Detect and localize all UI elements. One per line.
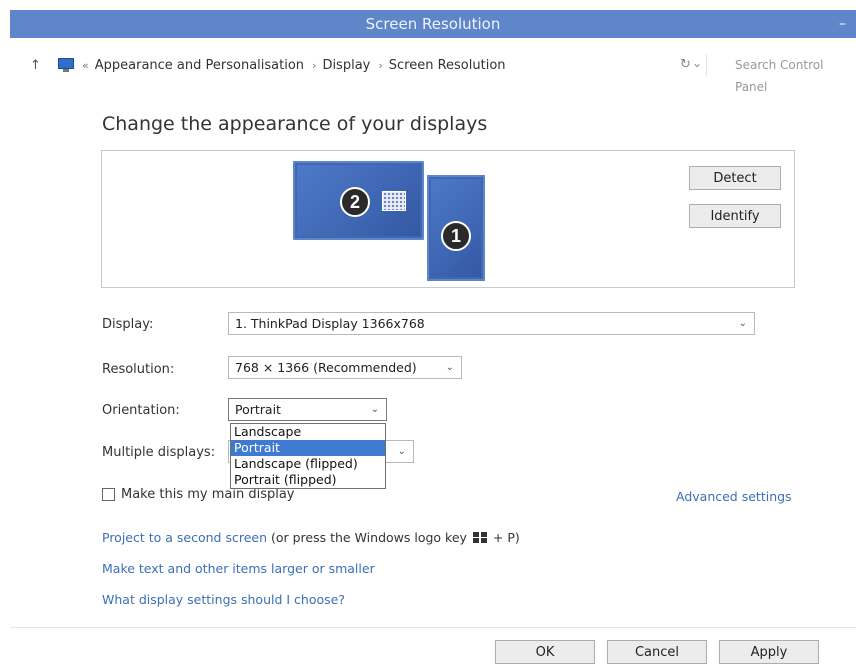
breadcrumb-separator-icon: ›	[312, 58, 317, 72]
display-select[interactable]: 1. ThinkPad Display 1366x768 ⌄	[228, 312, 755, 335]
breadcrumb-overflow-icon[interactable]: «	[82, 59, 89, 72]
cancel-button[interactable]: Cancel	[607, 640, 707, 664]
orientation-option-portrait-flipped[interactable]: Portrait (flipped)	[231, 472, 385, 488]
display-value: 1. ThinkPad Display 1366x768	[235, 316, 425, 331]
detect-button[interactable]: Detect	[689, 166, 781, 190]
orientation-dropdown-list: Landscape Portrait Landscape (flipped) P…	[230, 423, 386, 489]
chevron-down-icon: ⌄	[397, 446, 406, 457]
breadcrumb-screen-resolution[interactable]: Screen Resolution	[389, 58, 506, 73]
project-second-screen-link[interactable]: Project to a second screen	[102, 530, 267, 545]
breadcrumb-separator-icon: ›	[378, 58, 383, 72]
search-input[interactable]: Search Control Panel	[706, 54, 856, 94]
chevron-down-icon: ⌄	[738, 318, 747, 329]
display-label: Display:	[102, 317, 154, 332]
project-hint-end: + P)	[488, 530, 520, 545]
title-bar: Screen Resolution –	[10, 10, 856, 38]
apply-button[interactable]: Apply	[719, 640, 819, 664]
breadcrumb-appearance[interactable]: Appearance and Personalisation	[95, 58, 304, 73]
address-bar: ↑ « Appearance and Personalisation › Dis…	[30, 50, 856, 94]
footer-divider	[10, 627, 856, 628]
refresh-icon[interactable]: ↻	[680, 57, 691, 72]
monitor-1-number: 1	[441, 221, 471, 251]
resolution-select[interactable]: 768 × 1366 (Recommended) ⌄	[228, 356, 462, 379]
orientation-value: Portrait	[235, 402, 281, 417]
chevron-down-icon: ⌄	[370, 404, 379, 415]
project-row: Project to a second screen (or press the…	[102, 530, 520, 545]
monitor-1[interactable]: 1	[427, 175, 485, 281]
advanced-settings-link[interactable]: Advanced settings	[676, 489, 792, 504]
chevron-down-icon: ⌄	[445, 362, 454, 373]
up-arrow-icon[interactable]: ↑	[30, 58, 44, 73]
breadcrumb-display[interactable]: Display	[322, 58, 370, 73]
multiple-displays-label: Multiple displays:	[102, 445, 216, 460]
address-dropdown-icon[interactable]: ⌄	[692, 56, 702, 70]
orientation-select[interactable]: Portrait ⌄	[228, 398, 387, 421]
window-title: Screen Resolution	[365, 15, 501, 33]
resolution-value: 768 × 1366 (Recommended)	[235, 360, 417, 375]
orientation-option-landscape[interactable]: Landscape	[231, 424, 385, 440]
project-hint-text: (or press the Windows logo key	[267, 530, 471, 545]
ok-button[interactable]: OK	[495, 640, 595, 664]
resolution-label: Resolution:	[102, 362, 175, 377]
page-title: Change the appearance of your displays	[102, 113, 488, 135]
monitor-2-number: 2	[340, 187, 370, 217]
control-panel-icon	[58, 58, 76, 72]
orientation-option-landscape-flipped[interactable]: Landscape (flipped)	[231, 456, 385, 472]
text-size-link[interactable]: Make text and other items larger or smal…	[102, 561, 375, 576]
minimize-button[interactable]: –	[839, 16, 846, 32]
monitor-2[interactable]: 2	[293, 161, 424, 240]
keypad-icon	[382, 191, 406, 211]
monitor-arrangement: 2 1 Detect Identify	[101, 150, 795, 288]
windows-logo-icon	[472, 532, 487, 543]
orientation-option-portrait[interactable]: Portrait	[231, 440, 385, 456]
identify-button[interactable]: Identify	[689, 204, 781, 228]
orientation-label: Orientation:	[102, 403, 180, 418]
main-display-checkbox[interactable]	[102, 487, 115, 501]
display-settings-help-link[interactable]: What display settings should I choose?	[102, 592, 345, 607]
